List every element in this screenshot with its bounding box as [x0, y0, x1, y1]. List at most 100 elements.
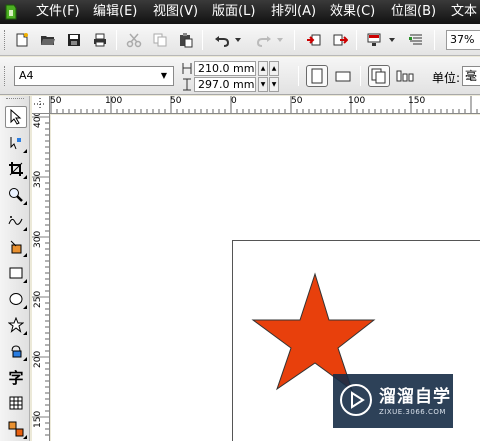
- open-folder-icon[interactable]: [38, 30, 58, 50]
- ruler-h-label: 100: [348, 96, 366, 106]
- menu-layout[interactable]: 版面(L): [212, 4, 255, 20]
- redo-icon[interactable]: [254, 30, 274, 50]
- ruler-origin-corner[interactable]: [32, 96, 50, 114]
- new-document-icon[interactable]: [12, 30, 32, 50]
- interactive-tool[interactable]: [5, 418, 27, 440]
- ruler-h-label: 0: [231, 96, 237, 106]
- undo-dropdown-icon[interactable]: [232, 30, 244, 50]
- smart-fill-tool[interactable]: [5, 236, 27, 258]
- property-bar: A4 ▼ 210.0 mm ▲ ▲ 297.0 mm ▼ ▼ 单位: 毫: [0, 57, 480, 95]
- landscape-button[interactable]: [332, 65, 354, 87]
- height-stepper-icon[interactable]: ▼: [258, 77, 268, 92]
- magnifier-icon: [9, 188, 23, 202]
- launcher-dropdown-icon[interactable]: [386, 30, 398, 50]
- ellipse-tool[interactable]: [5, 288, 27, 310]
- width-stepper-icon[interactable]: ▲: [258, 61, 268, 76]
- rectangle-tool[interactable]: [5, 262, 27, 284]
- page-height-input[interactable]: 297.0 mm: [194, 77, 256, 92]
- toolbar-separator: [298, 66, 299, 86]
- landscape-icon: [335, 71, 351, 82]
- current-page-button[interactable]: [394, 65, 416, 87]
- ruler-h-label: 100: [105, 96, 123, 106]
- ruler-v-label: 350: [33, 170, 43, 188]
- undo-icon[interactable]: [212, 30, 232, 50]
- freehand-curve-icon: [8, 216, 23, 225]
- vertical-ruler[interactable]: 400 350 300 250 200 150: [32, 114, 50, 441]
- units-label: 单位:: [432, 71, 461, 85]
- flyout-corner-icon: [23, 279, 27, 283]
- menubar: 文件(F) 编辑(E) 视图(V) 版面(L) 排列(A) 效果(C) 位图(B…: [0, 0, 480, 24]
- coreldraw-app-icon[interactable]: [4, 4, 18, 20]
- menu-file[interactable]: 文件(F): [36, 4, 80, 20]
- toolbox-grip[interactable]: [6, 98, 24, 101]
- flyout-corner-icon: [23, 253, 27, 257]
- flyout-corner-icon: [23, 305, 27, 309]
- shape-node-icon: [10, 137, 21, 150]
- flyout-corner-icon: [23, 175, 27, 179]
- watermark-title: 溜溜自学: [379, 387, 451, 407]
- page-size-select[interactable]: A4 ▼: [14, 66, 174, 86]
- ruler-h-label: 50: [50, 96, 62, 106]
- toolbar-separator: [434, 30, 435, 50]
- star-outline-icon: [8, 317, 24, 333]
- flyout-corner-icon: [23, 435, 27, 439]
- all-pages-button[interactable]: [368, 65, 390, 87]
- menu-effects[interactable]: 效果(C): [330, 4, 375, 20]
- toolbar-separator: [202, 30, 203, 50]
- shape-tool[interactable]: [5, 132, 27, 154]
- width-nudge-icon[interactable]: ▲: [269, 61, 279, 76]
- toolbar-separator: [116, 30, 117, 50]
- export-icon[interactable]: [330, 30, 350, 50]
- flyout-corner-icon: [23, 227, 27, 231]
- paste-icon[interactable]: [176, 30, 196, 50]
- welcome-screen-icon[interactable]: [406, 30, 426, 50]
- text-tool[interactable]: 字: [5, 366, 27, 388]
- pick-tool[interactable]: [5, 106, 27, 128]
- toolbox: 字: [0, 96, 30, 441]
- table-grid-icon: [9, 396, 23, 410]
- height-nudge-icon[interactable]: ▼: [269, 77, 279, 92]
- menu-arrange[interactable]: 排列(A): [271, 4, 316, 20]
- zoom-level-field[interactable]: 37%: [446, 30, 480, 50]
- toolbar-grip[interactable]: [4, 30, 7, 50]
- menu-view[interactable]: 视图(V): [153, 4, 198, 20]
- ruler-v-label: 250: [33, 290, 43, 308]
- ruler-v-label: 200: [33, 350, 43, 368]
- ruler-h-label: 50: [291, 96, 303, 106]
- flyout-corner-icon: [23, 201, 27, 205]
- chevron-down-icon[interactable]: ▼: [157, 69, 171, 83]
- current-page-icon: [396, 70, 414, 82]
- height-icon: [183, 78, 191, 91]
- application-launcher-icon[interactable]: [364, 30, 384, 50]
- copy-icon[interactable]: [150, 30, 170, 50]
- watermark-subtitle: ZIXUE.3066.COM: [379, 408, 446, 416]
- toolbar-separator: [360, 66, 361, 86]
- zoom-tool[interactable]: [5, 184, 27, 206]
- smart-fill-icon: [10, 240, 22, 254]
- cut-icon[interactable]: [124, 30, 144, 50]
- print-icon[interactable]: [90, 30, 110, 50]
- crop-tool[interactable]: [5, 158, 27, 180]
- menu-bitmaps[interactable]: 位图(B): [391, 4, 436, 20]
- units-select[interactable]: 毫: [462, 66, 480, 86]
- flyout-corner-icon: [23, 357, 27, 361]
- freehand-tool[interactable]: [5, 210, 27, 232]
- page-width-input[interactable]: 210.0 mm: [194, 61, 256, 76]
- rectangle-icon: [9, 267, 23, 279]
- redo-dropdown-icon[interactable]: [274, 30, 286, 50]
- horizontal-ruler[interactable]: 50 100 50 0 50 100 150: [50, 96, 480, 114]
- polygon-tool[interactable]: [5, 314, 27, 336]
- ruler-h-label: 150: [408, 96, 426, 106]
- watermark-logo: 溜溜自学 ZIXUE.3066.COM: [333, 374, 453, 428]
- table-tool[interactable]: [5, 392, 27, 414]
- ruler-v-label: 400: [33, 114, 43, 128]
- import-icon[interactable]: [304, 30, 324, 50]
- save-icon[interactable]: [64, 30, 84, 50]
- property-bar-grip[interactable]: [4, 66, 7, 86]
- page-width-row: 210.0 mm ▲ ▲: [180, 61, 290, 76]
- basic-shapes-tool[interactable]: [5, 340, 27, 362]
- menu-text[interactable]: 文本: [451, 4, 477, 20]
- ruler-v-label: 300: [33, 230, 43, 248]
- menu-edit[interactable]: 编辑(E): [93, 4, 137, 20]
- portrait-button[interactable]: [306, 65, 328, 87]
